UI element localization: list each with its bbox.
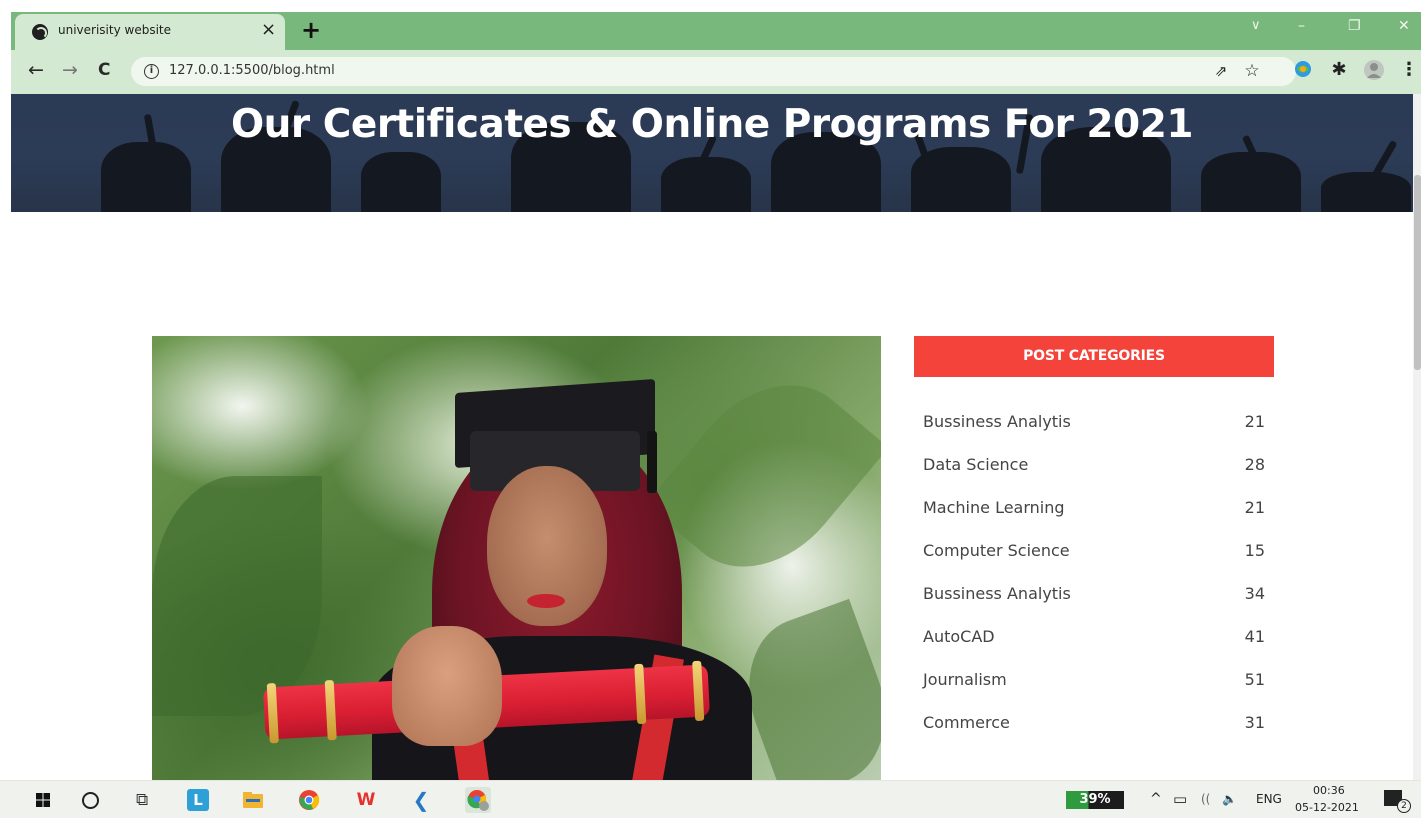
graduate-silhouette (1321, 172, 1411, 212)
category-item[interactable]: Journalism 51 (923, 658, 1265, 701)
graduate-silhouette (661, 157, 751, 212)
hero-title: Our Certificates & Online Programs For 2… (231, 102, 1193, 147)
category-item[interactable]: Commerce 31 (923, 701, 1265, 744)
category-name[interactable]: Bussiness Analytis (923, 412, 1071, 431)
new-tab-icon[interactable]: + (301, 18, 321, 42)
category-count: 28 (1244, 455, 1265, 474)
restore-icon[interactable]: ❐ (1348, 18, 1361, 34)
diploma-band (692, 660, 705, 722)
windows-start-icon[interactable] (32, 789, 54, 811)
site-info-icon[interactable]: i (144, 64, 159, 79)
category-name[interactable]: Commerce (923, 713, 1010, 732)
star-icon[interactable]: ☆ (1242, 61, 1262, 81)
page-scrollbar-thumb[interactable] (1414, 175, 1421, 370)
address-bar[interactable]: i 127.0.0.1:5500/blog.html ⇗ ☆ (131, 57, 1296, 86)
post-categories-header: POST CATEGORIES (914, 336, 1274, 377)
browser-tab[interactable]: univerisity website × (15, 14, 285, 50)
back-arrow-icon[interactable]: ← (28, 59, 44, 81)
close-window-icon[interactable]: ✕ (1398, 18, 1410, 34)
puzzle-icon[interactable]: ✱ (1329, 60, 1349, 80)
foliage (152, 476, 322, 716)
hero-banner: Our Certificates & Online Programs For 2… (11, 94, 1413, 212)
chrome-icon[interactable] (298, 789, 320, 811)
category-count: 51 (1244, 670, 1265, 689)
tray-chevron-icon[interactable]: ^ (1150, 790, 1162, 808)
foliage (645, 351, 881, 601)
category-count: 34 (1244, 584, 1265, 603)
more-icon[interactable]: ⋮ (1399, 60, 1419, 80)
category-name[interactable]: Data Science (923, 455, 1028, 474)
battery-indicator[interactable]: 39% (1066, 791, 1124, 809)
category-item[interactable]: Bussiness Analytis 21 (923, 400, 1265, 443)
cap-tassel (647, 431, 657, 493)
category-count: 21 (1244, 498, 1265, 517)
tab-close-icon[interactable]: × (261, 20, 276, 40)
category-name[interactable]: AutoCAD (923, 627, 995, 646)
vscode-icon[interactable]: ❮ (410, 789, 432, 811)
graduate-silhouette (101, 142, 191, 212)
diploma-band (266, 683, 279, 744)
graduate-photo (152, 336, 881, 780)
tab-title: univerisity website (58, 23, 171, 37)
volume-icon[interactable]: 🔈 (1222, 790, 1237, 808)
diploma-band (324, 679, 337, 741)
category-item[interactable]: Data Science 28 (923, 443, 1265, 486)
browser-toolbar: ← → C i 127.0.0.1:5500/blog.html ⇗ ☆ ✱ ⋮ (11, 50, 1421, 94)
category-name[interactable]: Machine Learning (923, 498, 1065, 517)
reload-icon[interactable]: C (98, 59, 110, 81)
notification-count-badge: 2 (1397, 799, 1411, 813)
extension-icon[interactable] (1293, 60, 1313, 80)
graduate-hand (392, 626, 502, 746)
category-count: 21 (1244, 412, 1265, 431)
category-name[interactable]: Bussiness Analytis (923, 584, 1071, 603)
graduate-silhouette (1201, 152, 1301, 212)
forward-arrow-icon[interactable]: → (62, 59, 78, 81)
battery-tray-icon[interactable]: ▭ (1173, 790, 1187, 808)
language-indicator[interactable]: ENG (1256, 790, 1282, 808)
tab-search-chevron-icon[interactable]: ∨ (1251, 18, 1261, 33)
screen: univerisity website × + ∨ – ❐ ✕ ← → C i … (0, 0, 1421, 818)
file-explorer-icon[interactable] (242, 789, 264, 811)
graduate-silhouette (361, 152, 441, 212)
category-list: Bussiness Analytis 21 Data Science 28 Ma… (923, 400, 1265, 744)
category-name[interactable]: Journalism (923, 670, 1007, 689)
graduate-lips (527, 594, 565, 608)
category-count: 41 (1244, 627, 1265, 646)
clock-time[interactable]: 00:36 (1313, 784, 1345, 797)
diploma-band (634, 663, 647, 725)
app-l-icon[interactable]: L (187, 789, 209, 811)
tab-strip: univerisity website × + ∨ – ❐ ✕ (0, 0, 1421, 50)
minimize-icon[interactable]: – (1298, 18, 1305, 34)
clock-date[interactable]: 05-12-2021 (1295, 801, 1359, 814)
category-count: 31 (1244, 713, 1265, 732)
wps-office-icon[interactable]: W (355, 789, 377, 811)
cortana-search-icon[interactable] (82, 792, 99, 809)
category-item[interactable]: Computer Science 15 (923, 529, 1265, 572)
globe-icon (32, 24, 48, 40)
category-item[interactable]: Bussiness Analytis 34 (923, 572, 1265, 615)
share-icon[interactable]: ⇗ (1211, 61, 1231, 81)
category-item[interactable]: AutoCAD 41 (923, 615, 1265, 658)
category-name[interactable]: Computer Science (923, 541, 1070, 560)
category-count: 15 (1244, 541, 1265, 560)
windows-taskbar: ⧉ L W ❮ 39% ^ ▭ (( 🔈 ENG 00:36 05-12-202… (0, 780, 1421, 818)
task-view-icon[interactable]: ⧉ (136, 789, 158, 811)
url-text[interactable]: 127.0.0.1:5500/blog.html (169, 63, 335, 78)
category-item[interactable]: Machine Learning 21 (923, 486, 1265, 529)
chrome-profile-icon[interactable] (465, 787, 491, 813)
profile-avatar-icon[interactable] (1363, 59, 1384, 80)
wifi-icon[interactable]: (( (1201, 790, 1210, 808)
